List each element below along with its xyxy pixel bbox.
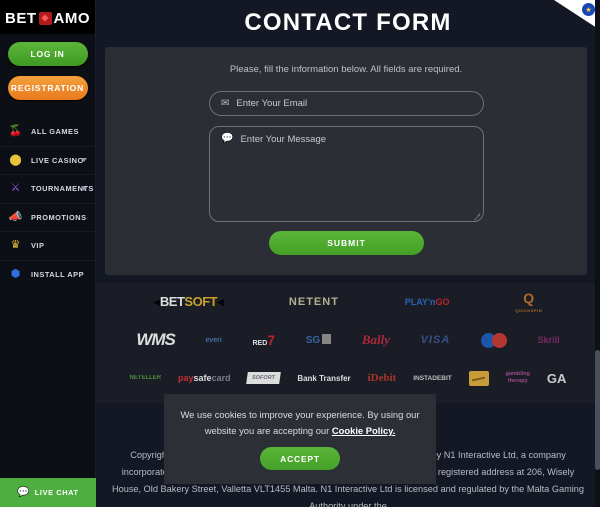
logo-wms[interactable]: WMS [136, 330, 176, 350]
scrollbar-thumb[interactable] [595, 350, 600, 470]
cookie-text: We use cookies to improve your experienc… [164, 407, 436, 439]
sidebar-item-label: VIP [31, 241, 45, 251]
cherries-icon: 🍒 [8, 124, 23, 137]
logo-quickspin[interactable]: Q QUICKSPIN [515, 291, 542, 314]
sidebar-item-live-casino[interactable]: ⬤ LIVE CASINO [0, 145, 95, 175]
page-scrollbar[interactable] [595, 0, 600, 507]
logo-gamblers-anonymous[interactable]: GA [547, 371, 567, 386]
chevron-down-icon[interactable] [81, 158, 87, 163]
logo-gambling-therapy[interactable]: gambling therapy [506, 371, 530, 384]
sidebar-item-promotions[interactable]: 📣 PROMOTIONS [0, 202, 95, 232]
maestro-circle-red [491, 332, 507, 348]
cookie-policy-link[interactable]: Cookie Policy. [332, 425, 395, 436]
message-placeholder: Enter Your Message [240, 134, 327, 145]
sidebar-item-all-games[interactable]: 🍒 ALL GAMES [0, 117, 95, 146]
logo-idebit[interactable]: iDebit [368, 372, 397, 384]
logo-neteller[interactable]: NETELLER [129, 375, 161, 381]
logo-skrill[interactable]: Skrill [538, 335, 560, 345]
logo-netent[interactable]: NETENT [289, 296, 339, 308]
email-field[interactable]: ✉ Enter Your Email [209, 91, 484, 116]
brand-name-right: AMO [53, 9, 90, 27]
logo-betsoft[interactable]: ◂BETSOFT◂ [154, 294, 224, 310]
live-chat-button[interactable]: 💬 LIVE CHAT [0, 478, 96, 507]
envelope-icon: ✉ [221, 97, 230, 109]
logo-playngo[interactable]: PLAY'nGO [405, 297, 450, 307]
corner-ribbon [554, 0, 600, 30]
cookie-accept-button[interactable]: ACCEPT [260, 447, 340, 470]
swords-icon: ⚔ [10, 182, 21, 195]
sidebar-item-label: LIVE CASINO [31, 155, 84, 165]
brand-logo[interactable]: BET AMO [0, 0, 95, 34]
form-hint: Please, fill the information below. All … [229, 64, 463, 75]
install-app-icon: ⬢ [10, 267, 21, 280]
live-chat-label: LIVE CHAT [34, 488, 79, 497]
sidebar-item-install-app[interactable]: ⬢ INSTALL APP [0, 259, 95, 289]
chat-bubble-icon: 💬 [221, 133, 234, 144]
sg-block-icon [322, 334, 332, 344]
logo-instadebit[interactable]: INSTADEBIT [413, 375, 452, 382]
provider-row: WMS everi RED7 SG Bally VISA Skrill [96, 321, 600, 359]
login-button[interactable]: LOG IN [7, 42, 88, 66]
logo-visa[interactable]: VISA [421, 334, 451, 346]
brand-name-left: BET [5, 9, 37, 27]
logo-paysafecard[interactable]: paysafecard [178, 373, 231, 383]
sidebar-item-label: INSTALL APP [31, 269, 84, 279]
sidebar-item-tournaments[interactable]: ⚔ TOURNAMENTS [0, 174, 95, 203]
registration-button[interactable]: REGISTRATION [7, 76, 88, 100]
chat-bubble-icon: 💬 [17, 487, 30, 498]
page-title: CONTACT FORM [244, 9, 452, 36]
contact-form-card: Please, fill the information below. All … [105, 47, 587, 275]
provider-row: NETELLER paysafecard SOFORT Bank Transfe… [96, 359, 600, 397]
email-placeholder: Enter Your Email [236, 98, 308, 109]
chevron-down-icon[interactable] [81, 186, 87, 191]
sidebar-item-label: ALL GAMES [31, 126, 79, 136]
logo-sofort[interactable]: SOFORT [246, 372, 282, 384]
sidebar-item-label: PROMOTIONS [31, 212, 87, 222]
logo-red7[interactable]: RED7 [253, 332, 276, 348]
eu-flag-icon[interactable] [582, 3, 595, 16]
logo-card-icon[interactable] [468, 370, 489, 386]
sidebar-item-vip[interactable]: ♛ VIP [0, 231, 95, 260]
logo-bally[interactable]: Bally [362, 332, 390, 348]
megaphone-icon: 📣 [8, 210, 23, 223]
submit-button[interactable]: SUBMIT [269, 231, 424, 255]
crown-icon: ♛ [10, 239, 21, 252]
logo-maestro[interactable] [480, 332, 507, 348]
logo-everi[interactable]: everi [206, 337, 222, 344]
logo-bank-transfer[interactable]: Bank Transfer [297, 374, 350, 383]
provider-row: ◂BETSOFT◂ NETENT PLAY'nGO Q QUICKSPIN [96, 283, 600, 321]
diamond-icon [38, 11, 52, 25]
logo-sg[interactable]: SG [306, 334, 332, 346]
sidebar: BET AMO LOG IN REGISTRATION 🍒 ALL GAMES … [0, 0, 96, 507]
page-root: BET AMO LOG IN REGISTRATION 🍒 ALL GAMES … [0, 0, 600, 507]
cookie-consent-banner: We use cookies to improve your experienc… [164, 394, 436, 484]
resize-handle[interactable] [473, 211, 481, 219]
sidebar-nav: 🍒 ALL GAMES ⬤ LIVE CASINO ⚔ TOURNAMENTS … [0, 117, 95, 288]
provider-logos: ◂BETSOFT◂ NETENT PLAY'nGO Q QUICKSPIN WMS… [96, 283, 600, 403]
chip-icon: ⬤ [9, 153, 22, 166]
message-field[interactable]: 💬 Enter Your Message [209, 126, 484, 222]
